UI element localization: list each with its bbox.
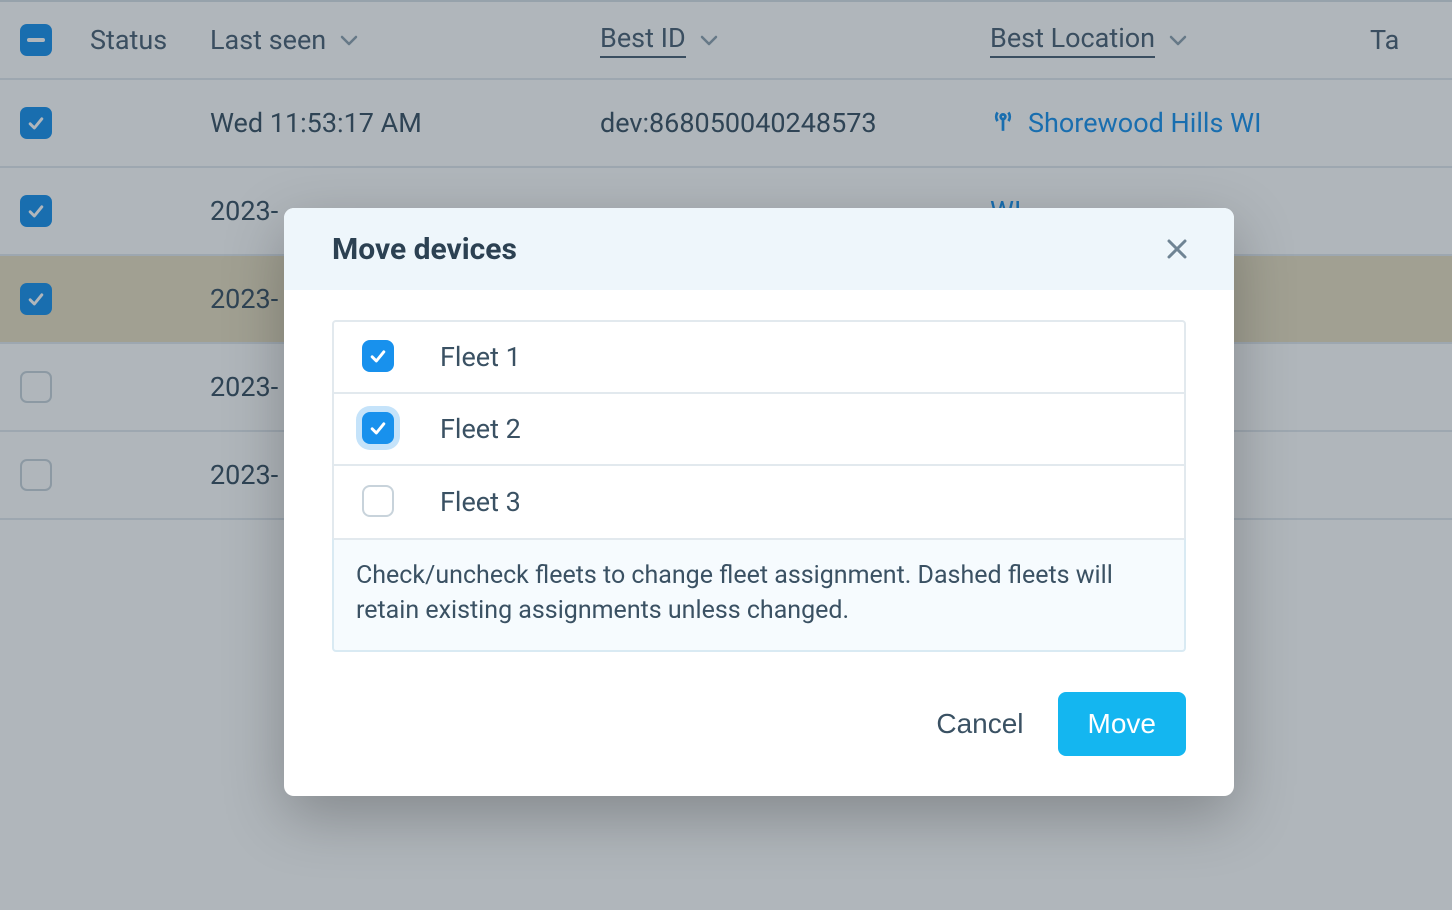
help-text: Check/uncheck fleets to change fleet ass… <box>332 538 1186 652</box>
fleet-label: Fleet 1 <box>440 341 521 373</box>
fleet-label: Fleet 3 <box>440 486 521 518</box>
fleet-label: Fleet 2 <box>440 413 521 445</box>
check-icon <box>368 346 388 366</box>
move-devices-modal: Move devices Fleet 1 Fleet 2 Fleet 3 Check… <box>284 208 1234 796</box>
fleet-item[interactable]: Fleet 2 <box>334 394 1184 466</box>
fleet-list: Fleet 1 Fleet 2 Fleet 3 <box>332 320 1186 540</box>
fleet-checkbox[interactable] <box>362 485 394 517</box>
modal-body: Fleet 1 Fleet 2 Fleet 3 Check/uncheck flee… <box>284 290 1234 676</box>
close-icon <box>1165 237 1189 261</box>
modal-footer: Cancel Move <box>284 676 1234 796</box>
check-icon <box>368 418 388 438</box>
move-button[interactable]: Move <box>1058 692 1186 756</box>
cancel-button[interactable]: Cancel <box>936 708 1023 740</box>
modal-header: Move devices <box>284 208 1234 290</box>
fleet-item[interactable]: Fleet 1 <box>334 322 1184 394</box>
modal-title: Move devices <box>332 232 517 267</box>
close-button[interactable] <box>1160 232 1194 266</box>
fleet-checkbox[interactable] <box>362 412 394 444</box>
fleet-checkbox[interactable] <box>362 340 394 372</box>
fleet-item[interactable]: Fleet 3 <box>334 466 1184 538</box>
